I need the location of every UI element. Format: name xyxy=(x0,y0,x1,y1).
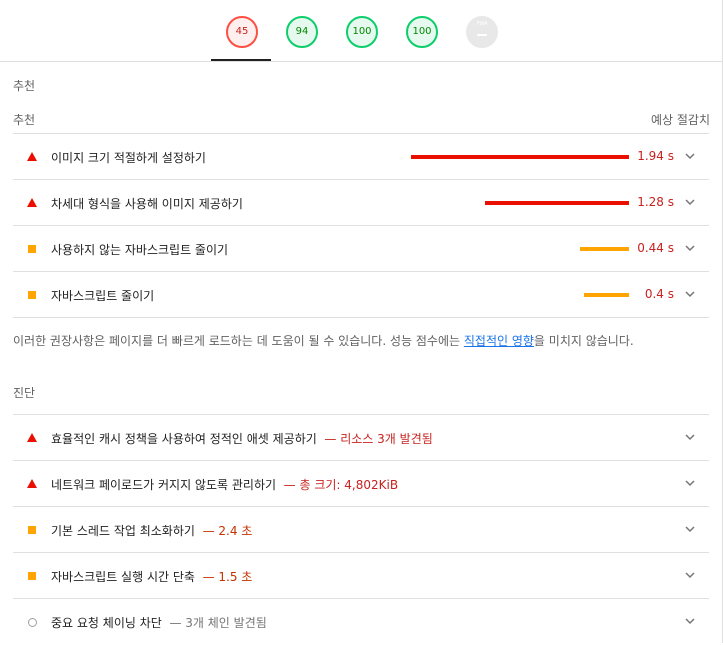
audit-detail: — 2.4 초 xyxy=(202,524,253,538)
chevron-down-icon[interactable] xyxy=(683,195,697,209)
chevron-down-icon[interactable] xyxy=(683,568,697,582)
audit-title: 자바스크립트 줄이기 xyxy=(51,289,155,303)
chevron-down-icon[interactable] xyxy=(683,149,697,163)
triangle-fail-icon xyxy=(27,479,37,488)
savings-bar xyxy=(411,155,629,159)
audit-title: 사용하지 않는 자바스크립트 줄이기 xyxy=(51,243,229,257)
triangle-fail-icon xyxy=(27,152,37,161)
audit-title: 자바스크립트 실행 시간 단축 — 1.5 초 xyxy=(51,568,252,585)
audit-title: 기본 스레드 작업 최소화하기 — 2.4 초 xyxy=(51,522,252,539)
square-average-icon xyxy=(28,245,36,253)
audit-title-text: 기본 스레드 작업 최소화하기 xyxy=(51,524,195,538)
diagnostic-row[interactable]: 기본 스레드 작업 최소화하기 — 2.4 초 xyxy=(13,506,709,553)
savings-value: 1.94 s xyxy=(637,149,674,163)
savings-value: 1.28 s xyxy=(637,195,674,209)
savings-column-header: 예상 절감치 xyxy=(650,113,710,127)
score-gauges: 45 94 100 100 PWA xyxy=(0,0,722,62)
chevron-down-icon[interactable] xyxy=(683,287,697,301)
gauge-score: 100 xyxy=(412,26,432,37)
savings-bar xyxy=(485,201,629,205)
audit-title: 중요 요청 체이닝 차단 — 3개 체인 발견됨 xyxy=(51,614,267,631)
gauge-score: 100 xyxy=(352,26,372,37)
triangle-fail-icon xyxy=(27,433,37,442)
divider xyxy=(13,317,709,318)
seo-gauge[interactable]: 100 xyxy=(406,16,438,48)
chevron-down-icon[interactable] xyxy=(683,476,697,490)
diagnostics-heading: 진단 xyxy=(13,386,36,400)
savings-bar xyxy=(584,293,629,297)
performance-gauge[interactable]: 45 xyxy=(226,16,258,48)
direct-impact-link[interactable]: 직접적인 영향 xyxy=(464,334,534,348)
gauge-score: 94 xyxy=(295,26,309,37)
best-practices-gauge[interactable]: 100 xyxy=(346,16,378,48)
opportunity-row[interactable]: 사용하지 않는 자바스크립트 줄이기 0.44 s xyxy=(13,225,709,272)
pwa-label: PWA xyxy=(476,21,488,27)
opportunities-heading: 추천 xyxy=(13,79,36,93)
chevron-down-icon[interactable] xyxy=(683,522,697,536)
audit-title-text: 자바스크립트 실행 시간 단축 xyxy=(51,570,195,584)
audit-title: 네트워크 페이로드가 커지지 않도록 관리하기 — 총 크기: 4,802KiB xyxy=(51,476,398,493)
triangle-fail-icon xyxy=(27,198,37,207)
audit-title: 차세대 형식을 사용해 이미지 제공하기 xyxy=(51,197,243,211)
audit-title-text: 효율적인 캐시 정책을 사용하여 정적인 애셋 제공하기 xyxy=(51,432,317,446)
note-text: 을 미치지 않습니다. xyxy=(533,334,634,348)
audit-detail: — 총 크기: 4,802KiB xyxy=(283,478,399,492)
chevron-down-icon[interactable] xyxy=(683,614,697,628)
circle-info-icon xyxy=(28,618,37,627)
opportunities-note: 이러한 권장사항은 페이지를 더 빠르게 로드하는 데 도움이 될 수 있습니다… xyxy=(13,332,709,349)
chevron-down-icon[interactable] xyxy=(683,430,697,444)
diagnostic-row[interactable]: 자바스크립트 실행 시간 단축 — 1.5 초 xyxy=(13,552,709,599)
square-average-icon xyxy=(28,572,36,580)
chevron-down-icon[interactable] xyxy=(683,241,697,255)
audit-detail: — 1.5 초 xyxy=(202,570,253,584)
pwa-gauge[interactable]: PWA xyxy=(466,16,498,48)
savings-value: 0.44 s xyxy=(637,241,674,255)
audit-detail: — 리소스 3개 발견됨 xyxy=(324,432,433,446)
savings-value: 0.4 s xyxy=(644,287,674,301)
diagnostic-row[interactable]: 중요 요청 체이닝 차단 — 3개 체인 발견됨 xyxy=(13,598,709,645)
audit-detail: — 3개 체인 발견됨 xyxy=(169,616,267,630)
opportunity-row[interactable]: 차세대 형식을 사용해 이미지 제공하기 1.28 s xyxy=(13,179,709,226)
square-average-icon xyxy=(28,526,36,534)
gauge-score: 45 xyxy=(235,26,249,37)
diagnostic-row[interactable]: 효율적인 캐시 정책을 사용하여 정적인 애셋 제공하기 — 리소스 3개 발견… xyxy=(13,414,709,461)
note-text: 이러한 권장사항은 페이지를 더 빠르게 로드하는 데 도움이 될 수 있습니다… xyxy=(13,334,464,348)
audit-title: 효율적인 캐시 정책을 사용하여 정적인 애셋 제공하기 — 리소스 3개 발견… xyxy=(51,430,433,447)
opportunity-row[interactable]: 자바스크립트 줄이기 0.4 s xyxy=(13,271,709,318)
selected-gauge-indicator xyxy=(211,59,271,61)
savings-bar xyxy=(580,247,629,251)
accessibility-gauge[interactable]: 94 xyxy=(286,16,318,48)
diagnostic-row[interactable]: 네트워크 페이로드가 커지지 않도록 관리하기 — 총 크기: 4,802KiB xyxy=(13,460,709,507)
audit-title: 이미지 크기 적절하게 설정하기 xyxy=(51,151,206,165)
square-average-icon xyxy=(28,291,36,299)
audit-title-text: 네트워크 페이로드가 커지지 않도록 관리하기 xyxy=(51,478,277,492)
opportunity-row[interactable]: 이미지 크기 적절하게 설정하기 1.94 s xyxy=(13,133,709,180)
opportunity-column-header: 추천 xyxy=(13,113,36,127)
pwa-na-icon xyxy=(477,34,487,36)
audit-title-text: 중요 요청 체이닝 차단 xyxy=(51,616,162,630)
